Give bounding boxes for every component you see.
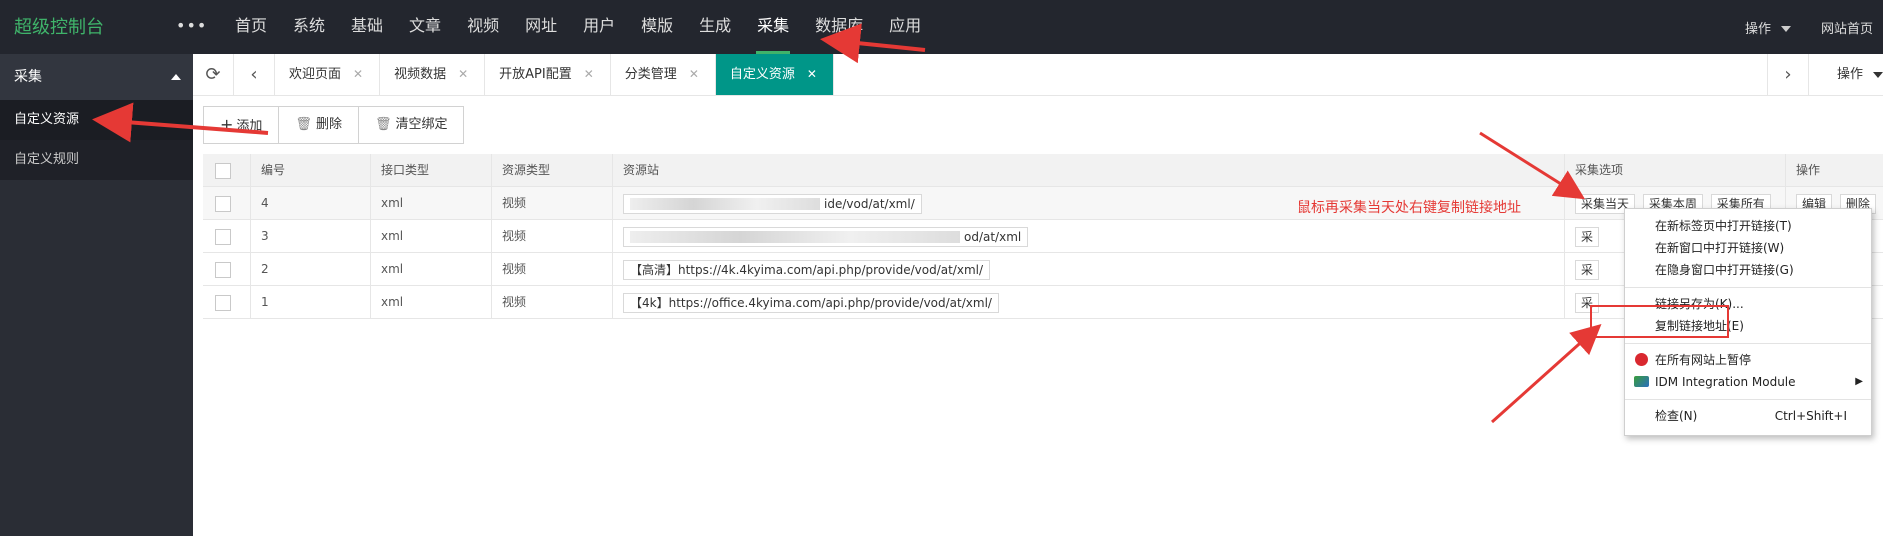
- arrow-to-copy-link: [1490, 323, 1602, 424]
- menu-open-new-tab[interactable]: 在新标签页中打开链接(T): [1625, 215, 1871, 237]
- menu-shortcut: Ctrl+Shift+I: [1774, 409, 1847, 423]
- menu-divider: [1625, 399, 1871, 400]
- menu-text: IDM Integration Module: [1655, 375, 1796, 389]
- menu-text: 在新窗口中打开链接(W): [1655, 241, 1785, 255]
- menu-text: 在隐身窗口中打开链接(G): [1655, 263, 1794, 277]
- menu-text: 检查(N): [1655, 409, 1698, 423]
- menu-text: 在新标签页中打开链接(T): [1655, 219, 1792, 233]
- menu-idm[interactable]: IDM Integration Module ▶: [1625, 371, 1871, 393]
- adblock-icon: [1635, 353, 1648, 366]
- submenu-arrow-icon: ▶: [1855, 376, 1863, 387]
- menu-inspect[interactable]: 检查(N) Ctrl+Shift+I: [1625, 405, 1871, 427]
- arrow-to-nav-collect: [820, 23, 926, 64]
- menu-open-new-window[interactable]: 在新窗口中打开链接(W): [1625, 237, 1871, 259]
- menu-divider: [1625, 343, 1871, 344]
- menu-text: 在所有网站上暂停: [1655, 353, 1752, 367]
- arrow-to-sidebar-item: [92, 102, 269, 143]
- menu-pause-all-sites[interactable]: 在所有网站上暂停: [1625, 349, 1871, 371]
- annotation-arrows: [92, 23, 1602, 424]
- idm-icon: [1634, 376, 1649, 387]
- menu-divider: [1625, 287, 1871, 288]
- copy-link-highlight-box: [1590, 305, 1729, 338]
- arrow-to-collect-today: [1479, 131, 1586, 200]
- menu-open-incognito[interactable]: 在隐身窗口中打开链接(G): [1625, 259, 1871, 281]
